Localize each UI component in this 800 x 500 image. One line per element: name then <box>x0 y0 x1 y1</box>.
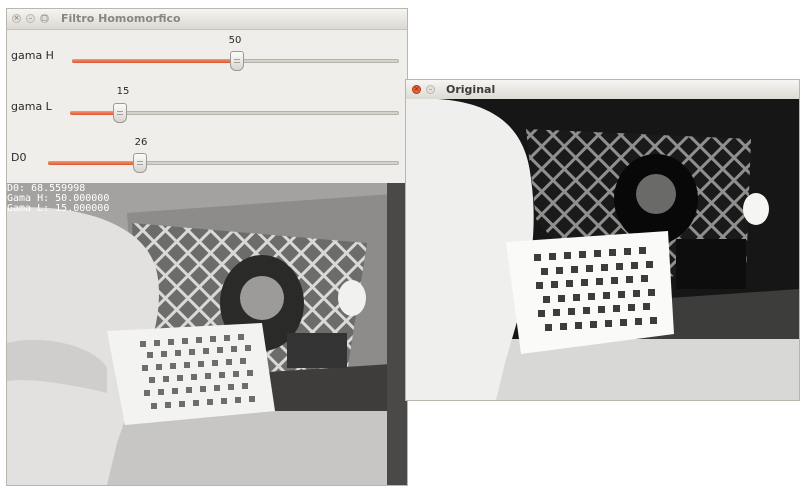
minimize-icon[interactable]: – <box>426 85 435 94</box>
slider-handle[interactable] <box>133 153 148 173</box>
original-image <box>406 99 799 400</box>
slider-handle[interactable] <box>229 51 244 71</box>
original-window: × – Original <box>406 80 799 400</box>
trackbar-value: 26 <box>134 137 148 148</box>
trackbar-gama-l: gama L 15 <box>7 86 407 136</box>
overlay-gama-l: Gama L: 15.000000 <box>7 203 110 214</box>
maximize-icon[interactable]: □ <box>40 14 49 23</box>
trackbar-d0: D0 26 <box>7 137 407 187</box>
filtered-image <box>7 183 407 485</box>
close-icon[interactable]: × <box>12 14 21 23</box>
filtro-titlebar[interactable]: × – □ Filtro Homomorfico <box>7 9 407 30</box>
filtro-homomorfico-window: × – □ Filtro Homomorfico gama H 50 gama … <box>7 9 407 485</box>
close-icon[interactable]: × <box>412 85 421 94</box>
original-titlebar[interactable]: × – Original <box>406 80 799 101</box>
window-title: Original <box>446 83 496 96</box>
slider-track[interactable] <box>72 51 399 71</box>
original-image-view <box>406 99 799 400</box>
filtered-image-view: D0: 68.559998 Gama H: 50.000000 Gama L: … <box>7 183 407 485</box>
slider-handle[interactable] <box>113 103 128 123</box>
trackbar-label: gama L <box>11 100 52 113</box>
trackbar-gama-h: gama H 50 <box>7 35 407 85</box>
minimize-icon[interactable]: – <box>26 14 35 23</box>
trackbar-value: 50 <box>228 35 242 46</box>
trackbar-label: D0 <box>11 151 27 164</box>
slider-track[interactable] <box>48 153 399 173</box>
filter-parameters-overlay: D0: 68.559998 Gama H: 50.000000 Gama L: … <box>7 184 109 214</box>
slider-track[interactable] <box>70 103 399 123</box>
trackbar-value: 15 <box>116 86 130 97</box>
trackbar-label: gama H <box>11 49 54 62</box>
window-title: Filtro Homomorfico <box>61 12 181 25</box>
slider-fill <box>72 59 236 63</box>
slider-fill <box>48 161 140 165</box>
slider-fill <box>70 111 120 115</box>
